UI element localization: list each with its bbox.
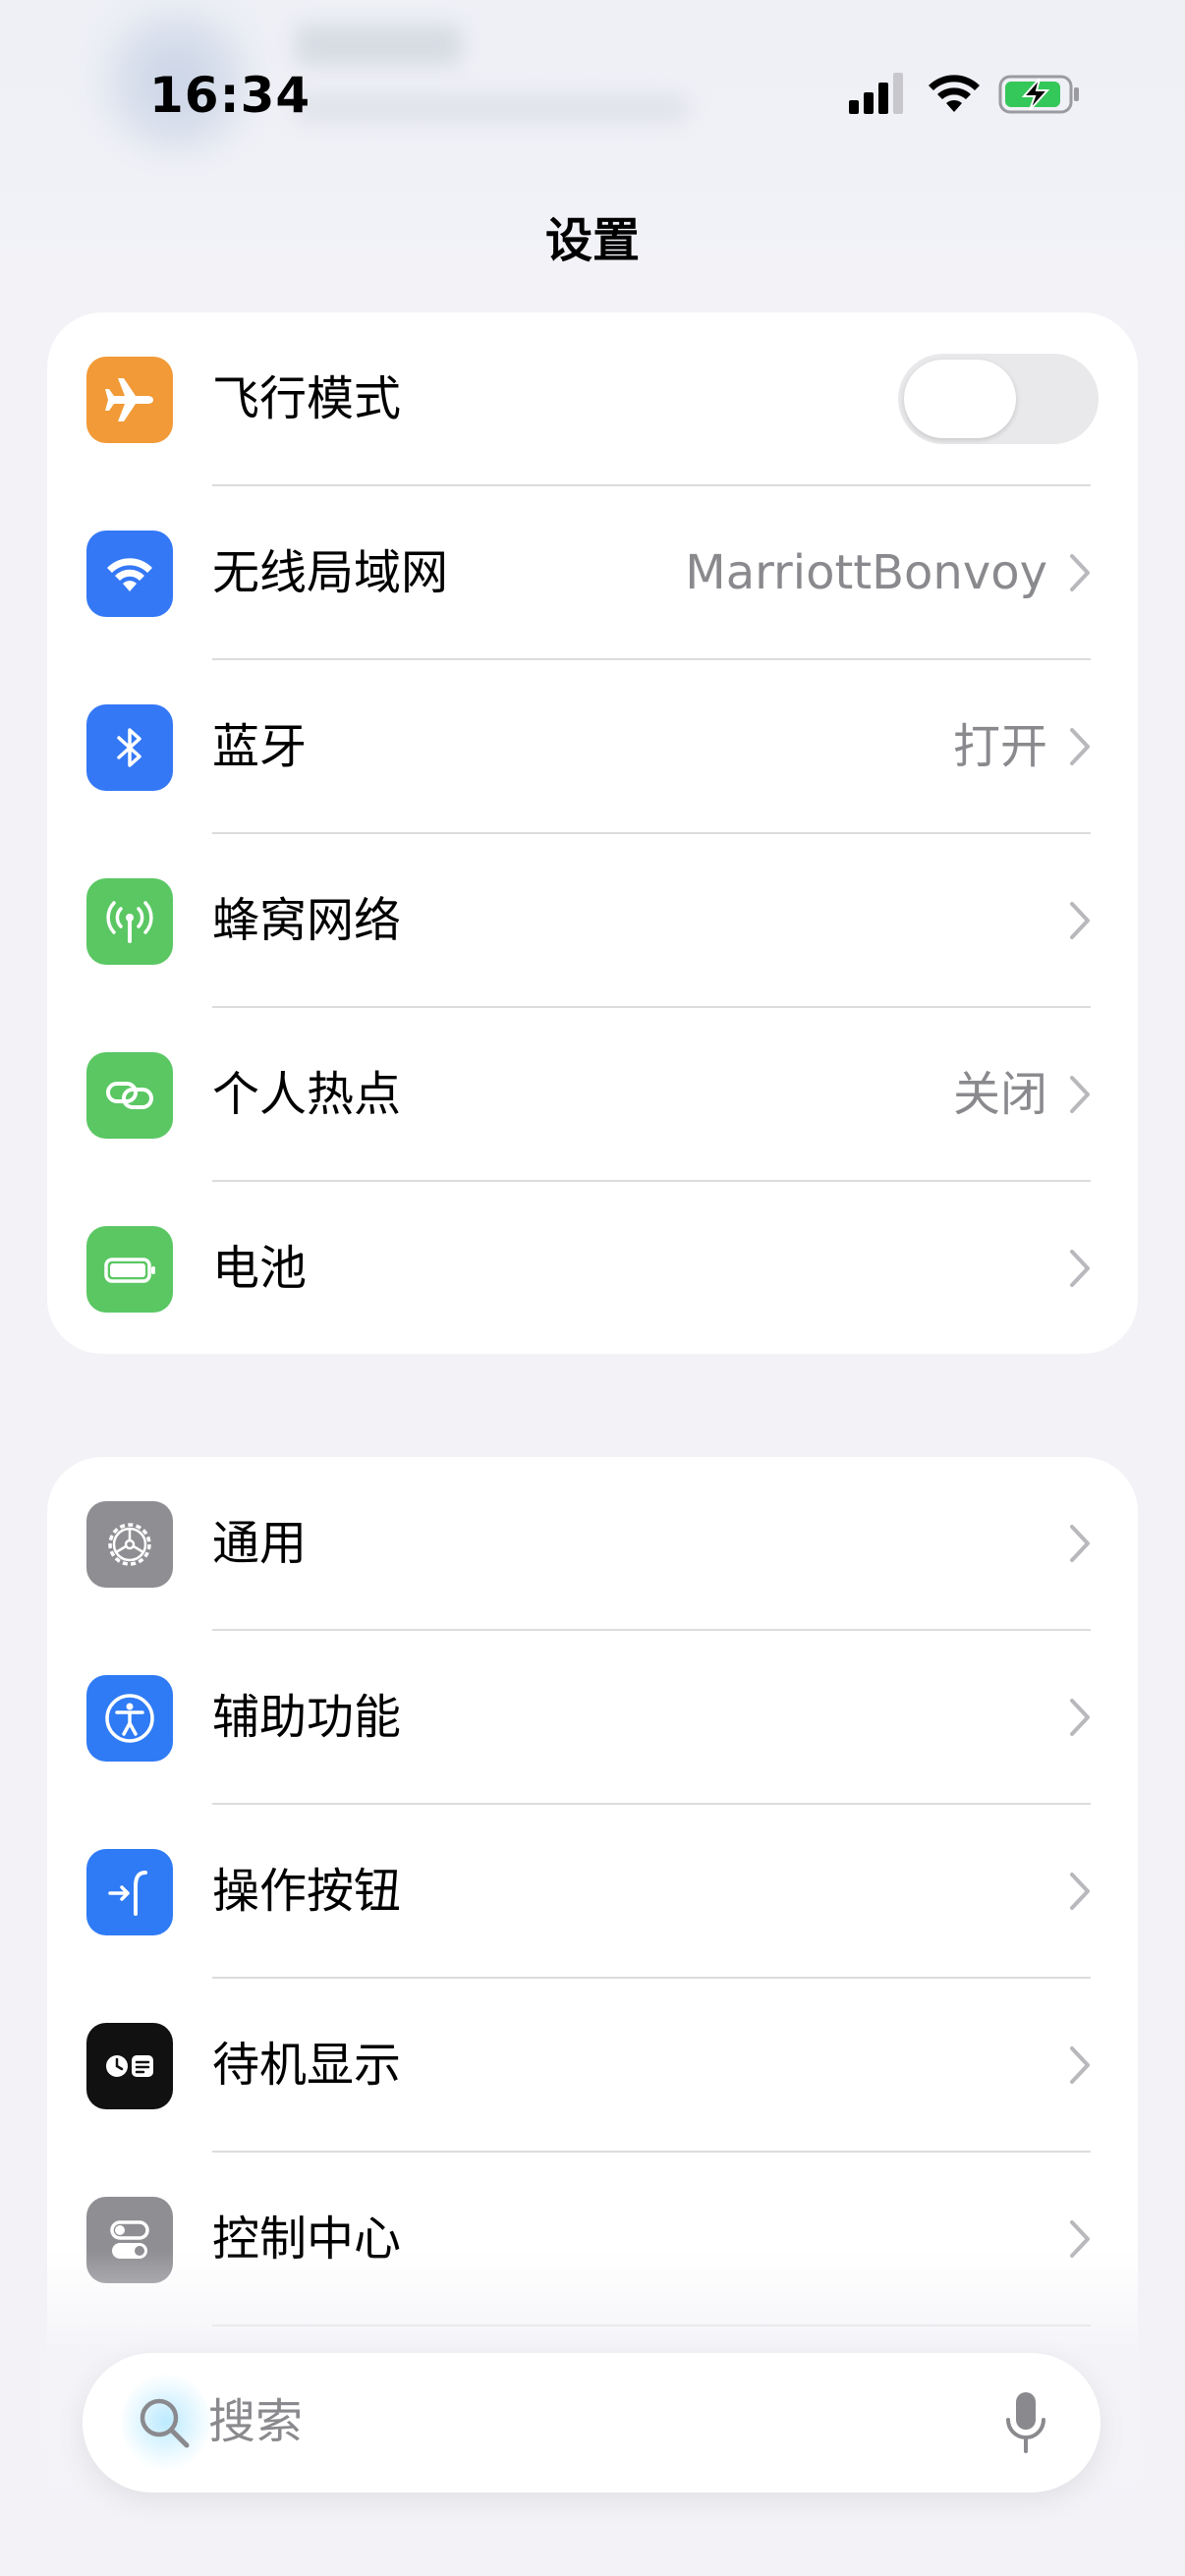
chevron-right-icon	[1070, 1873, 1090, 1910]
battery-full-icon	[86, 1226, 173, 1313]
row-label: 电池	[212, 1241, 308, 1296]
settings-group-connectivity: 飞行模式 无线局域网 MarriottBonvoy 蓝牙 打开 蜂窝网络 个人热…	[47, 312, 1138, 1354]
row-label: 个人热点	[212, 1067, 402, 1122]
chevron-right-icon	[1070, 902, 1090, 939]
blurred-account-subtitle	[295, 93, 688, 123]
chevron-right-icon	[1070, 1525, 1090, 1562]
row-bluetooth[interactable]: 蓝牙 打开	[47, 660, 1138, 834]
row-label: 通用	[212, 1516, 308, 1571]
action-button-icon	[86, 1849, 173, 1935]
chevron-right-icon	[1070, 1076, 1090, 1113]
airplane-mode-toggle[interactable]	[898, 354, 1099, 444]
row-cellular[interactable]: 蜂窝网络	[47, 834, 1138, 1008]
page-title: 设置	[544, 213, 640, 268]
row-value: MarriottBonvoy	[685, 545, 1047, 600]
row-value: 关闭	[952, 1067, 1047, 1122]
microphone-icon[interactable]	[1004, 2390, 1047, 2455]
row-label: 操作按钮	[212, 1864, 402, 1919]
row-battery[interactable]: 电池	[47, 1182, 1138, 1354]
search-icon	[140, 2398, 190, 2448]
chevron-right-icon	[1070, 1250, 1090, 1287]
bluetooth-icon	[86, 704, 173, 791]
search-bar[interactable]: 搜索	[83, 2353, 1100, 2492]
antenna-icon	[86, 878, 173, 965]
row-label: 飞行模式	[212, 371, 402, 426]
link-icon	[86, 1052, 173, 1139]
chevron-right-icon	[1070, 1699, 1090, 1736]
blurred-account-name	[295, 25, 462, 66]
row-label: 蜂窝网络	[212, 893, 402, 948]
row-personal-hotspot[interactable]: 个人热点 关闭	[47, 1008, 1138, 1182]
wifi-icon	[86, 531, 173, 617]
toggle-knob	[904, 360, 1016, 438]
status-time: 16:34	[149, 67, 311, 124]
search-input[interactable]: 搜索	[208, 2392, 303, 2451]
row-accessibility[interactable]: 辅助功能	[47, 1631, 1138, 1805]
chevron-right-icon	[1070, 728, 1090, 765]
row-action-button[interactable]: 操作按钮	[47, 1805, 1138, 1979]
gear-icon	[86, 1501, 173, 1588]
row-standby[interactable]: 待机显示	[47, 1979, 1138, 2153]
standby-icon	[86, 2023, 173, 2109]
airplane-icon	[86, 357, 173, 443]
cellular-signal-icon	[849, 73, 903, 114]
row-label: 无线局域网	[212, 545, 449, 600]
row-general[interactable]: 通用	[47, 1457, 1138, 1631]
battery-charging-icon	[998, 75, 1079, 114]
row-label: 辅助功能	[212, 1690, 402, 1745]
row-label: 蓝牙	[212, 719, 308, 774]
row-wifi[interactable]: 无线局域网 MarriottBonvoy	[47, 486, 1138, 660]
row-label: 待机显示	[212, 2038, 402, 2093]
chevron-right-icon	[1070, 554, 1090, 591]
wifi-status-icon	[929, 75, 980, 112]
accessibility-icon	[86, 1675, 173, 1762]
chevron-right-icon	[1070, 2046, 1090, 2084]
row-value: 打开	[952, 719, 1047, 774]
row-airplane-mode[interactable]: 飞行模式	[47, 312, 1138, 486]
